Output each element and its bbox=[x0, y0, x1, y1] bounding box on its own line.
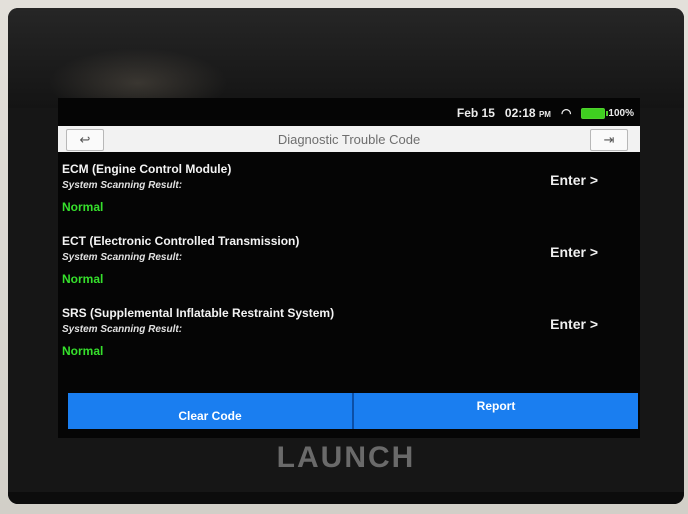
brand-logo: LAUNCH bbox=[276, 441, 416, 474]
enter-button[interactable]: Enter > bbox=[550, 316, 598, 332]
exit-button[interactable]: ⇥ bbox=[590, 129, 628, 151]
report-button[interactable]: Report bbox=[354, 393, 638, 429]
system-name: ECM (Engine Control Module) bbox=[62, 162, 232, 176]
title-bar: ↩ Diagnostic Trouble Code ⇥ bbox=[58, 126, 640, 152]
system-row-srs: SRS (Supplemental Inflatable Restraint S… bbox=[58, 300, 640, 372]
scan-result-label: System Scanning Result: bbox=[62, 180, 183, 191]
scan-status: Normal bbox=[62, 344, 104, 358]
page-title: Diagnostic Trouble Code bbox=[277, 131, 421, 147]
action-bar: Clear Code Report bbox=[68, 393, 638, 429]
wifi-icon: ◠ bbox=[560, 106, 572, 120]
enter-button[interactable]: Enter > bbox=[550, 244, 598, 260]
device-bottom-edge bbox=[8, 492, 684, 504]
clear-code-button[interactable]: Clear Code bbox=[68, 393, 352, 429]
system-list: ECM (Engine Control Module) System Scann… bbox=[58, 156, 640, 372]
battery-indicator: 100% bbox=[581, 107, 634, 119]
exit-door-icon: ⇥ bbox=[603, 132, 615, 147]
battery-percent: 100% bbox=[608, 107, 634, 119]
system-row-ecm: ECM (Engine Control Module) System Scann… bbox=[58, 156, 640, 228]
system-row-ect: ECT (Electronic Controlled Transmission)… bbox=[58, 228, 640, 300]
scan-status: Normal bbox=[62, 200, 104, 214]
back-arrow-icon: ↩ bbox=[79, 132, 91, 147]
scan-status: Normal bbox=[62, 272, 104, 286]
system-name: SRS (Supplemental Inflatable Restraint S… bbox=[62, 306, 335, 320]
scan-result-label: System Scanning Result: bbox=[62, 324, 183, 335]
status-time: 02:18 PM bbox=[504, 106, 551, 120]
status-date: Feb 15 bbox=[456, 106, 495, 120]
status-bar: Feb 15 02:18 PM ◠ 100% bbox=[457, 104, 634, 122]
scanner-device: Feb 15 02:18 PM ◠ 100% ↩ Diagnostic Trou… bbox=[8, 8, 684, 504]
system-name: ECT (Electronic Controlled Transmission) bbox=[62, 234, 300, 248]
scan-result-label: System Scanning Result: bbox=[62, 252, 183, 263]
enter-button[interactable]: Enter > bbox=[550, 172, 598, 188]
back-button[interactable]: ↩ bbox=[66, 129, 104, 151]
device-screen: Feb 15 02:18 PM ◠ 100% ↩ Diagnostic Trou… bbox=[58, 98, 640, 438]
battery-icon bbox=[581, 107, 609, 119]
